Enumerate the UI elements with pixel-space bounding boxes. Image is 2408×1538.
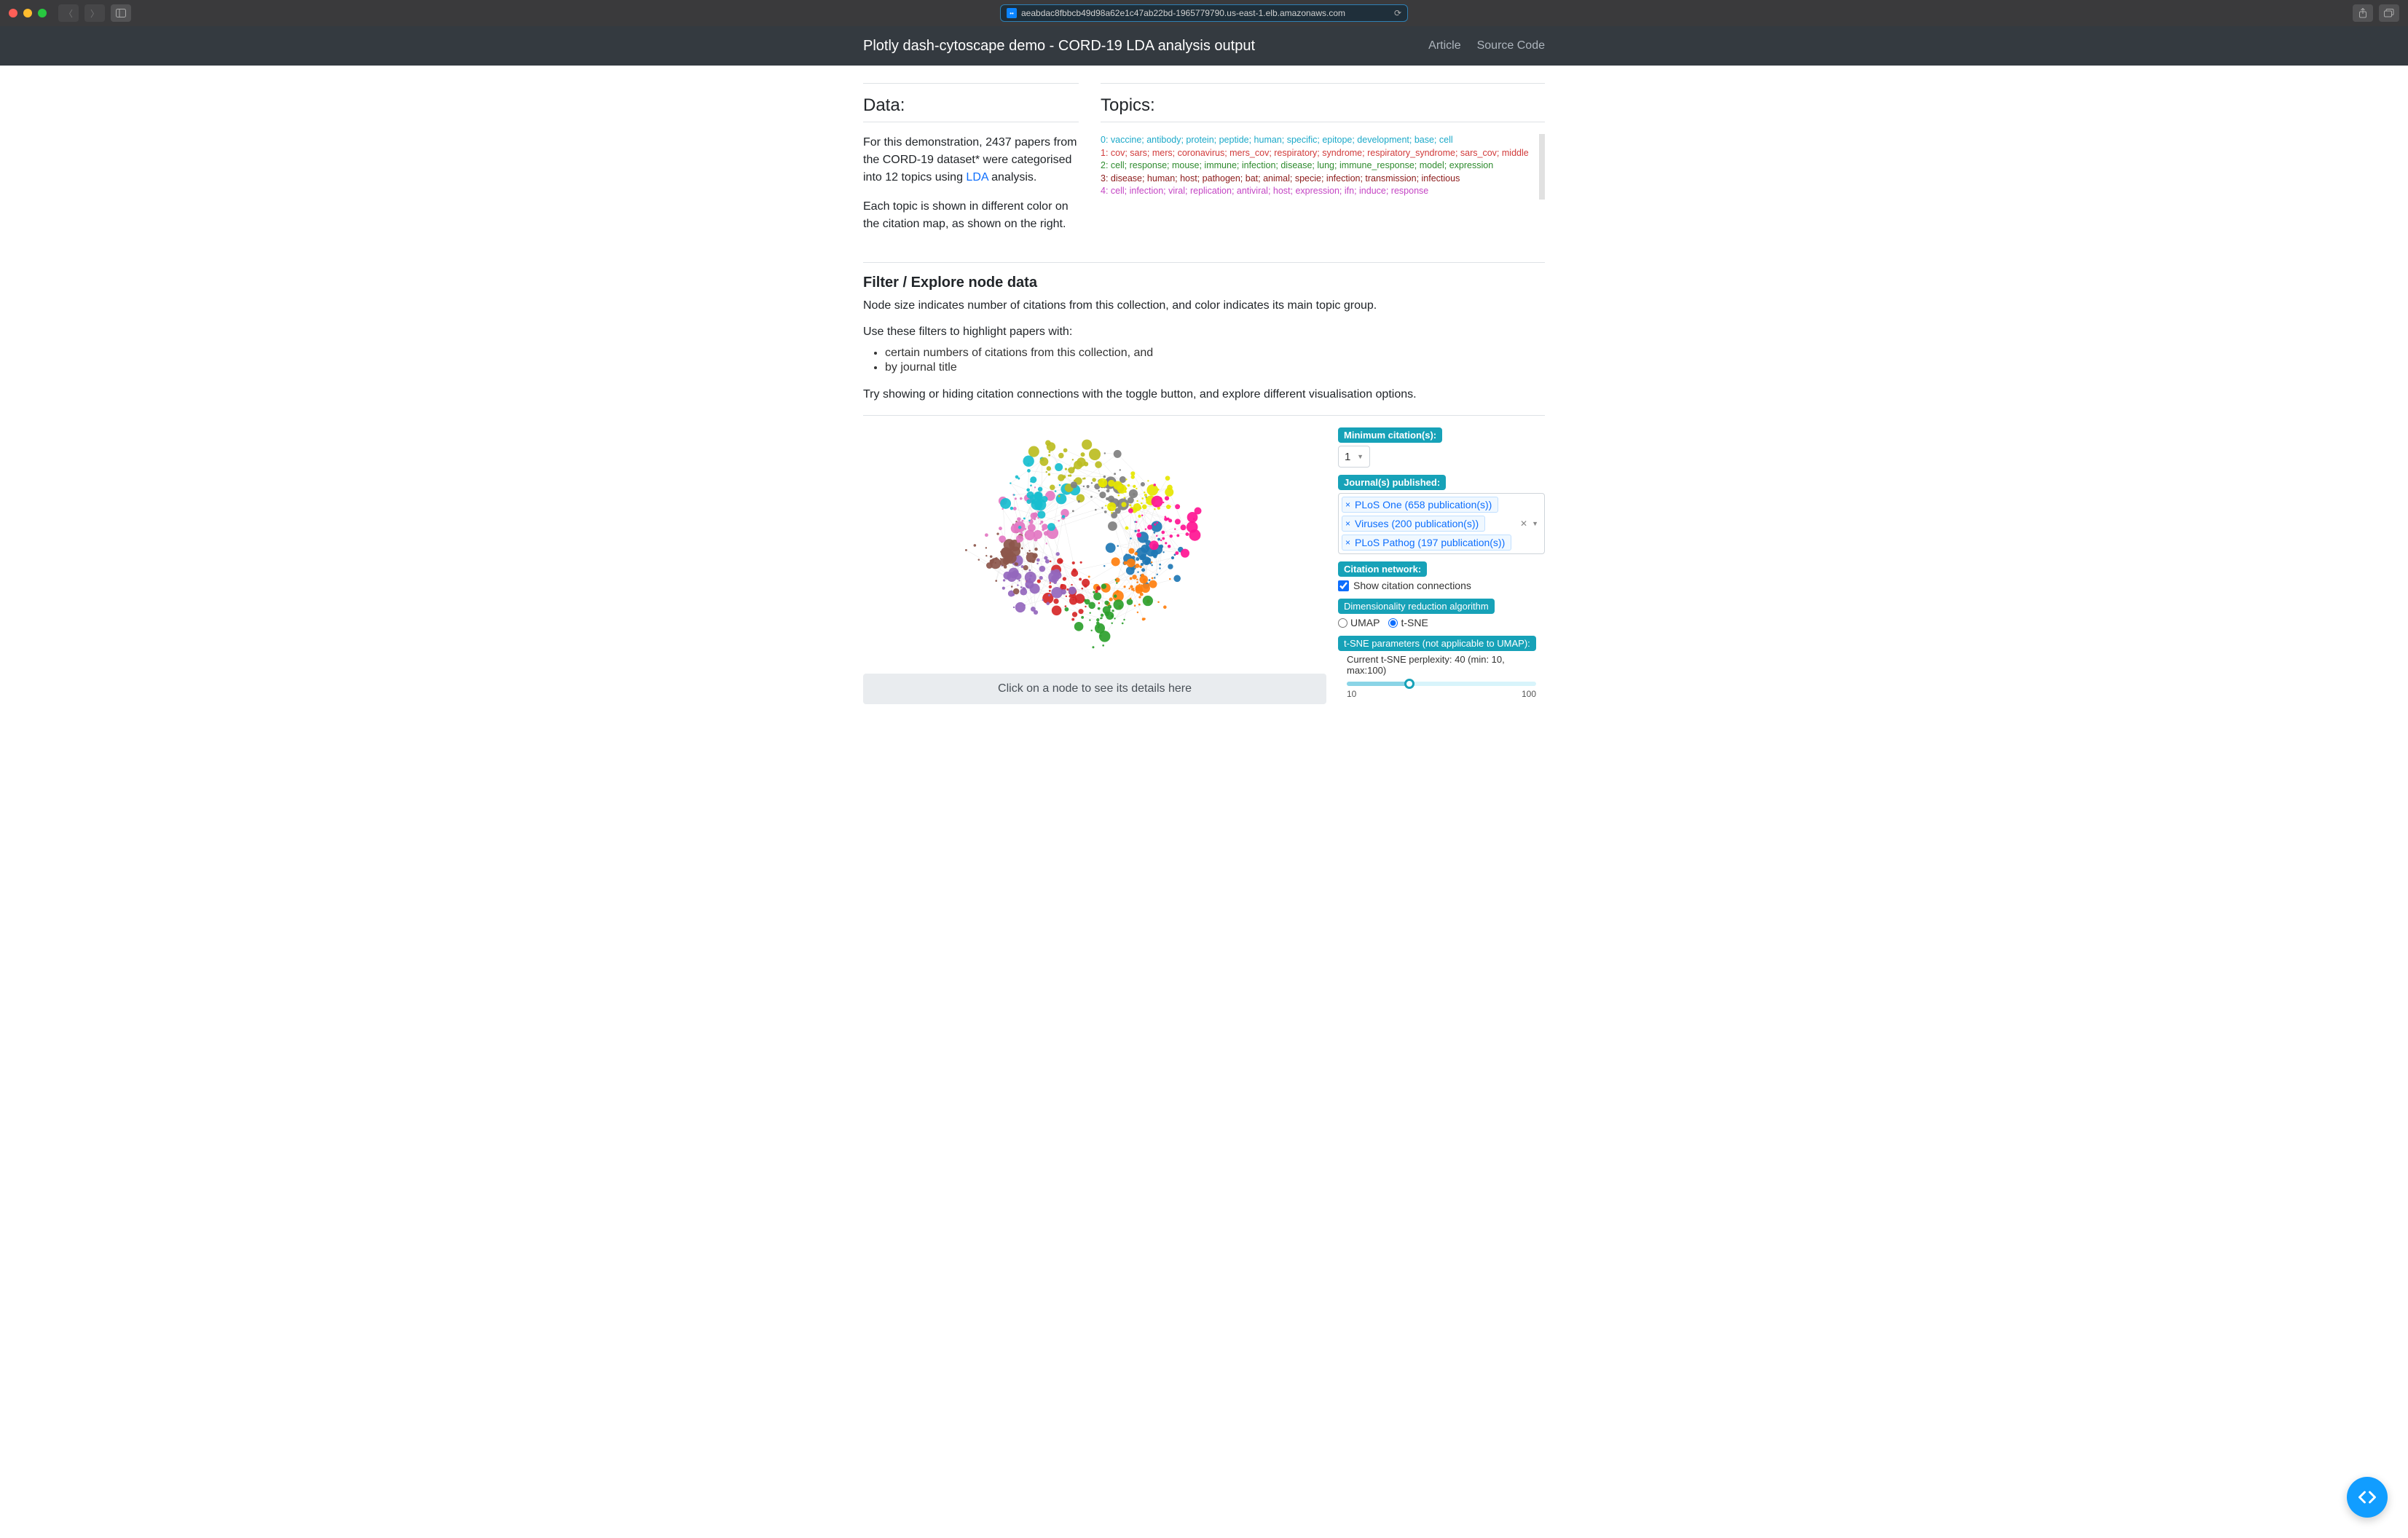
journal-tag[interactable]: ×PLoS Pathog (197 publication(s)) (1342, 535, 1511, 551)
site-icon: •• (1007, 8, 1017, 18)
controls-panel: Minimum citation(s): 1 ▼ Journal(s) publ… (1338, 427, 1545, 704)
filter-list: certain numbers of citations from this c… (885, 347, 1545, 374)
tsne-radio[interactable] (1388, 618, 1398, 628)
url-bar[interactable]: •• aeabdac8fbbcb49d98a62e1c47ab22bd-1965… (1000, 4, 1408, 22)
browser-chrome: 〈 〉 •• aeabdac8fbbcb49d98a62e1c47ab22bd-… (0, 0, 2408, 26)
page-title: Plotly dash-cytoscape demo - CORD-19 LDA… (863, 38, 1255, 55)
tsne-slider[interactable] (1347, 682, 1536, 686)
umap-label: UMAP (1350, 617, 1380, 628)
tabs-button[interactable] (2379, 4, 2399, 22)
journal-tag[interactable]: ×Viruses (200 publication(s)) (1342, 516, 1485, 532)
filter-p2: Use these filters to highlight papers wi… (863, 323, 1545, 341)
node-detail-box: Click on a node to see its details here (863, 674, 1326, 704)
topic-line: 3: disease; human; host; pathogen; bat; … (1101, 173, 1535, 186)
min-citations-dropdown[interactable]: 1 ▼ (1338, 446, 1370, 468)
main-content: Data: For this demonstration, 2437 paper… (863, 66, 1545, 704)
filter-p3: Try showing or hiding citation connectio… (863, 386, 1545, 403)
show-connections-checkbox[interactable] (1338, 580, 1349, 591)
slider-handle[interactable] (1404, 679, 1414, 689)
filter-heading: Filter / Explore node data (863, 275, 1545, 291)
minimize-window-icon[interactable] (23, 9, 32, 17)
traffic-lights (9, 9, 47, 17)
topic-line: 1: cov; sars; mers; coronavirus; mers_co… (1101, 147, 1535, 160)
topics-list[interactable]: 0: vaccine; antibody; protein; peptide; … (1101, 134, 1545, 200)
remove-tag-icon[interactable]: × (1345, 518, 1350, 529)
forward-button[interactable]: 〉 (84, 4, 105, 22)
filter-li-1: certain numbers of citations from this c… (885, 347, 1545, 360)
filter-li-2: by journal title (885, 361, 1545, 374)
back-button[interactable]: 〈 (58, 4, 79, 22)
data-heading: Data: (863, 95, 1079, 116)
journals-multiselect[interactable]: ×PLoS One (658 publication(s)) ×Viruses (… (1338, 493, 1545, 554)
reload-icon[interactable]: ⟳ (1394, 8, 1401, 18)
nav-article[interactable]: Article (1428, 39, 1460, 52)
close-window-icon[interactable] (9, 9, 17, 17)
share-button[interactable] (2353, 4, 2373, 22)
topic-line: 5: protein; rna; viral; structure; bind;… (1101, 198, 1535, 200)
topics-heading: Topics: (1101, 95, 1545, 116)
data-paragraph-2: Each topic is shown in different color o… (863, 198, 1079, 233)
journals-label: Journal(s) published: (1338, 475, 1446, 490)
topic-line: 4: cell; infection; viral; replication; … (1101, 185, 1535, 198)
fullscreen-window-icon[interactable] (38, 9, 47, 17)
tsne-params-label: t-SNE parameters (not applicable to UMAP… (1338, 636, 1536, 651)
slider-min: 10 (1347, 689, 1356, 699)
cytoscape-graph[interactable] (863, 427, 1326, 668)
topic-line: 0: vaccine; antibody; protein; peptide; … (1101, 134, 1535, 147)
remove-tag-icon[interactable]: × (1345, 537, 1350, 548)
clear-all-icon[interactable]: ✕ (1520, 518, 1527, 529)
dev-tools-fab[interactable] (2347, 1477, 2388, 1518)
url-text: aeabdac8fbbcb49d98a62e1c47ab22bd-1965779… (1021, 8, 1345, 18)
umap-radio[interactable] (1338, 618, 1347, 628)
show-connections-label: Show citation connections (1353, 580, 1471, 591)
filter-p1: Node size indicates number of citations … (863, 297, 1545, 315)
app-header: Plotly dash-cytoscape demo - CORD-19 LDA… (0, 26, 2408, 66)
tsne-current-label: Current t-SNE perplexity: 40 (min: 10, m… (1347, 654, 1545, 676)
tsne-label: t-SNE (1401, 617, 1428, 628)
slider-max: 100 (1522, 689, 1536, 699)
data-paragraph-1: For this demonstration, 2437 papers from… (863, 134, 1079, 186)
sidebar-toggle-button[interactable] (111, 4, 131, 22)
min-citations-label: Minimum citation(s): (1338, 427, 1442, 443)
topic-line: 2: cell; response; mouse; immune; infect… (1101, 159, 1535, 173)
journal-tag[interactable]: ×PLoS One (658 publication(s)) (1342, 497, 1498, 513)
nav-links: Article Source Code (1428, 39, 1545, 52)
lda-link[interactable]: LDA (966, 171, 988, 184)
citation-network-label: Citation network: (1338, 561, 1427, 577)
dim-reduce-label: Dimensionality reduction algorithm (1338, 599, 1495, 614)
caret-down-icon: ▼ (1357, 453, 1364, 460)
nav-source[interactable]: Source Code (1477, 39, 1545, 52)
remove-tag-icon[interactable]: × (1345, 500, 1350, 510)
dropdown-caret-icon[interactable]: ▼ (1532, 520, 1538, 527)
